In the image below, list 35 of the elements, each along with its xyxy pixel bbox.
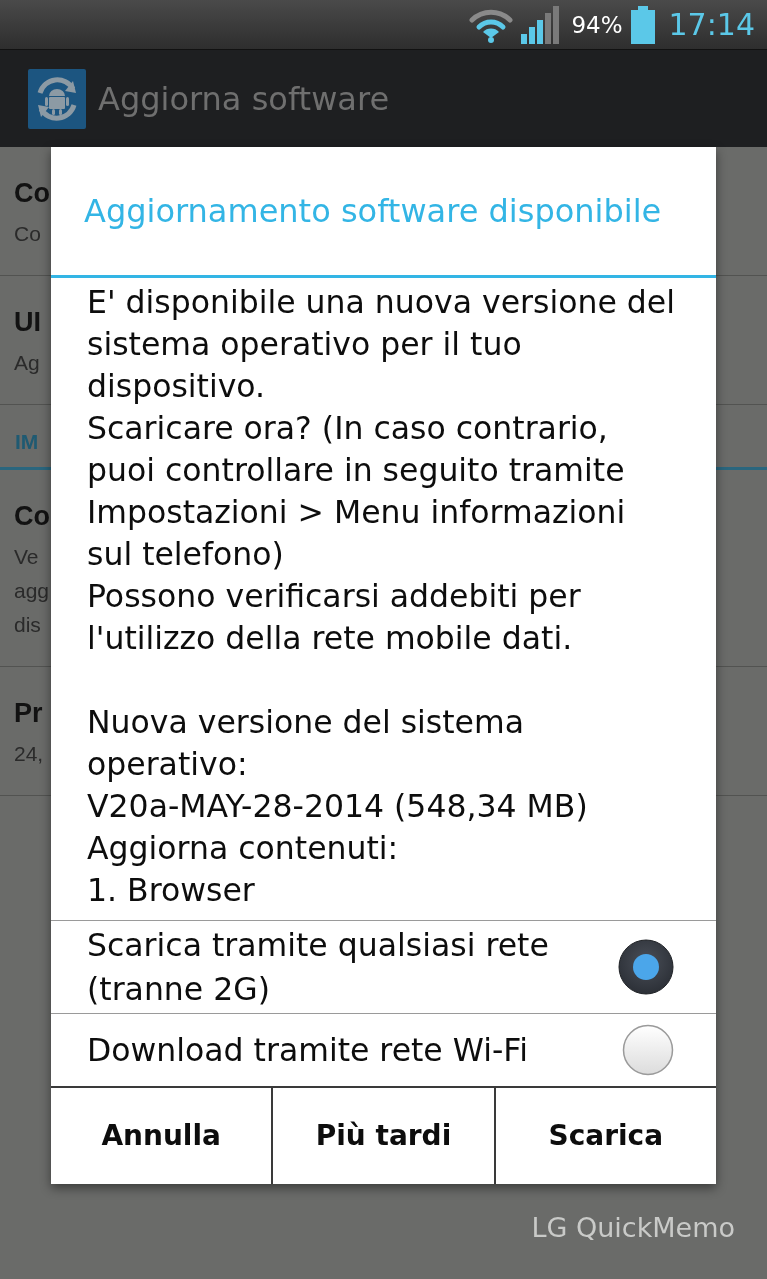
app-title: Aggiorna software (98, 78, 390, 119)
section-header: IM (15, 429, 39, 455)
battery-icon (630, 5, 655, 44)
battery-percent: 94% (571, 10, 623, 40)
app-icon (28, 68, 86, 129)
setting-title: UI (14, 306, 41, 339)
detail-text: V20a-MAY-28-2014 (548,34 MB) (87, 787, 588, 826)
overlay-label: LG QuickMemo (531, 1211, 735, 1245)
signal-icon (521, 5, 562, 44)
setting-title: Co (14, 500, 50, 533)
radio-button[interactable] (622, 1024, 674, 1076)
message-paragraph: E' disponibile una nuova versione del sistema operativo per il tuo dispositivo. (87, 283, 676, 406)
setting-summary: Ve (14, 544, 39, 570)
message-paragraph: Scaricare ora? (In caso contrario, puoi controllare in seguito tramite Impostazioni > Menu informazioni sul telefono) (87, 409, 627, 574)
detail-text: Nuova versione del sistema operativo: (87, 703, 525, 784)
option-label: Download tramite rete Wi-Fi (87, 1031, 528, 1070)
setting-summary: 24, (14, 741, 44, 767)
setting-summary: agg (14, 578, 50, 604)
setting-summary: Co (14, 221, 41, 247)
setting-title: Co (14, 177, 50, 210)
setting-summary: Ag (14, 350, 40, 376)
dialog-title: Aggiornamento software disponibile (84, 191, 662, 231)
clock-time: 17:14 (668, 6, 755, 43)
dialog-button[interactable]: Più tardi (271, 1088, 494, 1184)
message-paragraph: Possono verificarsi addebiti per l'utilizzo della rete mobile dati. (87, 577, 582, 658)
radio-button[interactable] (618, 939, 674, 995)
detail-text: Aggiorna contenuti: (87, 829, 399, 868)
option-label: Scarica tramite qualsiasi rete (tranne 2G) (87, 926, 550, 1009)
option-row[interactable]: Scarica tramite qualsiasi rete (tranne 2G) (51, 921, 716, 1013)
detail-text: 1. Browser (87, 871, 255, 910)
dialog-button[interactable]: Annulla (51, 1088, 272, 1184)
option-row[interactable]: Download tramite rete Wi-Fi (51, 1013, 716, 1086)
setting-summary: dis (14, 612, 41, 638)
setting-title: Pr (14, 697, 43, 730)
dialog-button[interactable]: Scarica (493, 1088, 716, 1184)
